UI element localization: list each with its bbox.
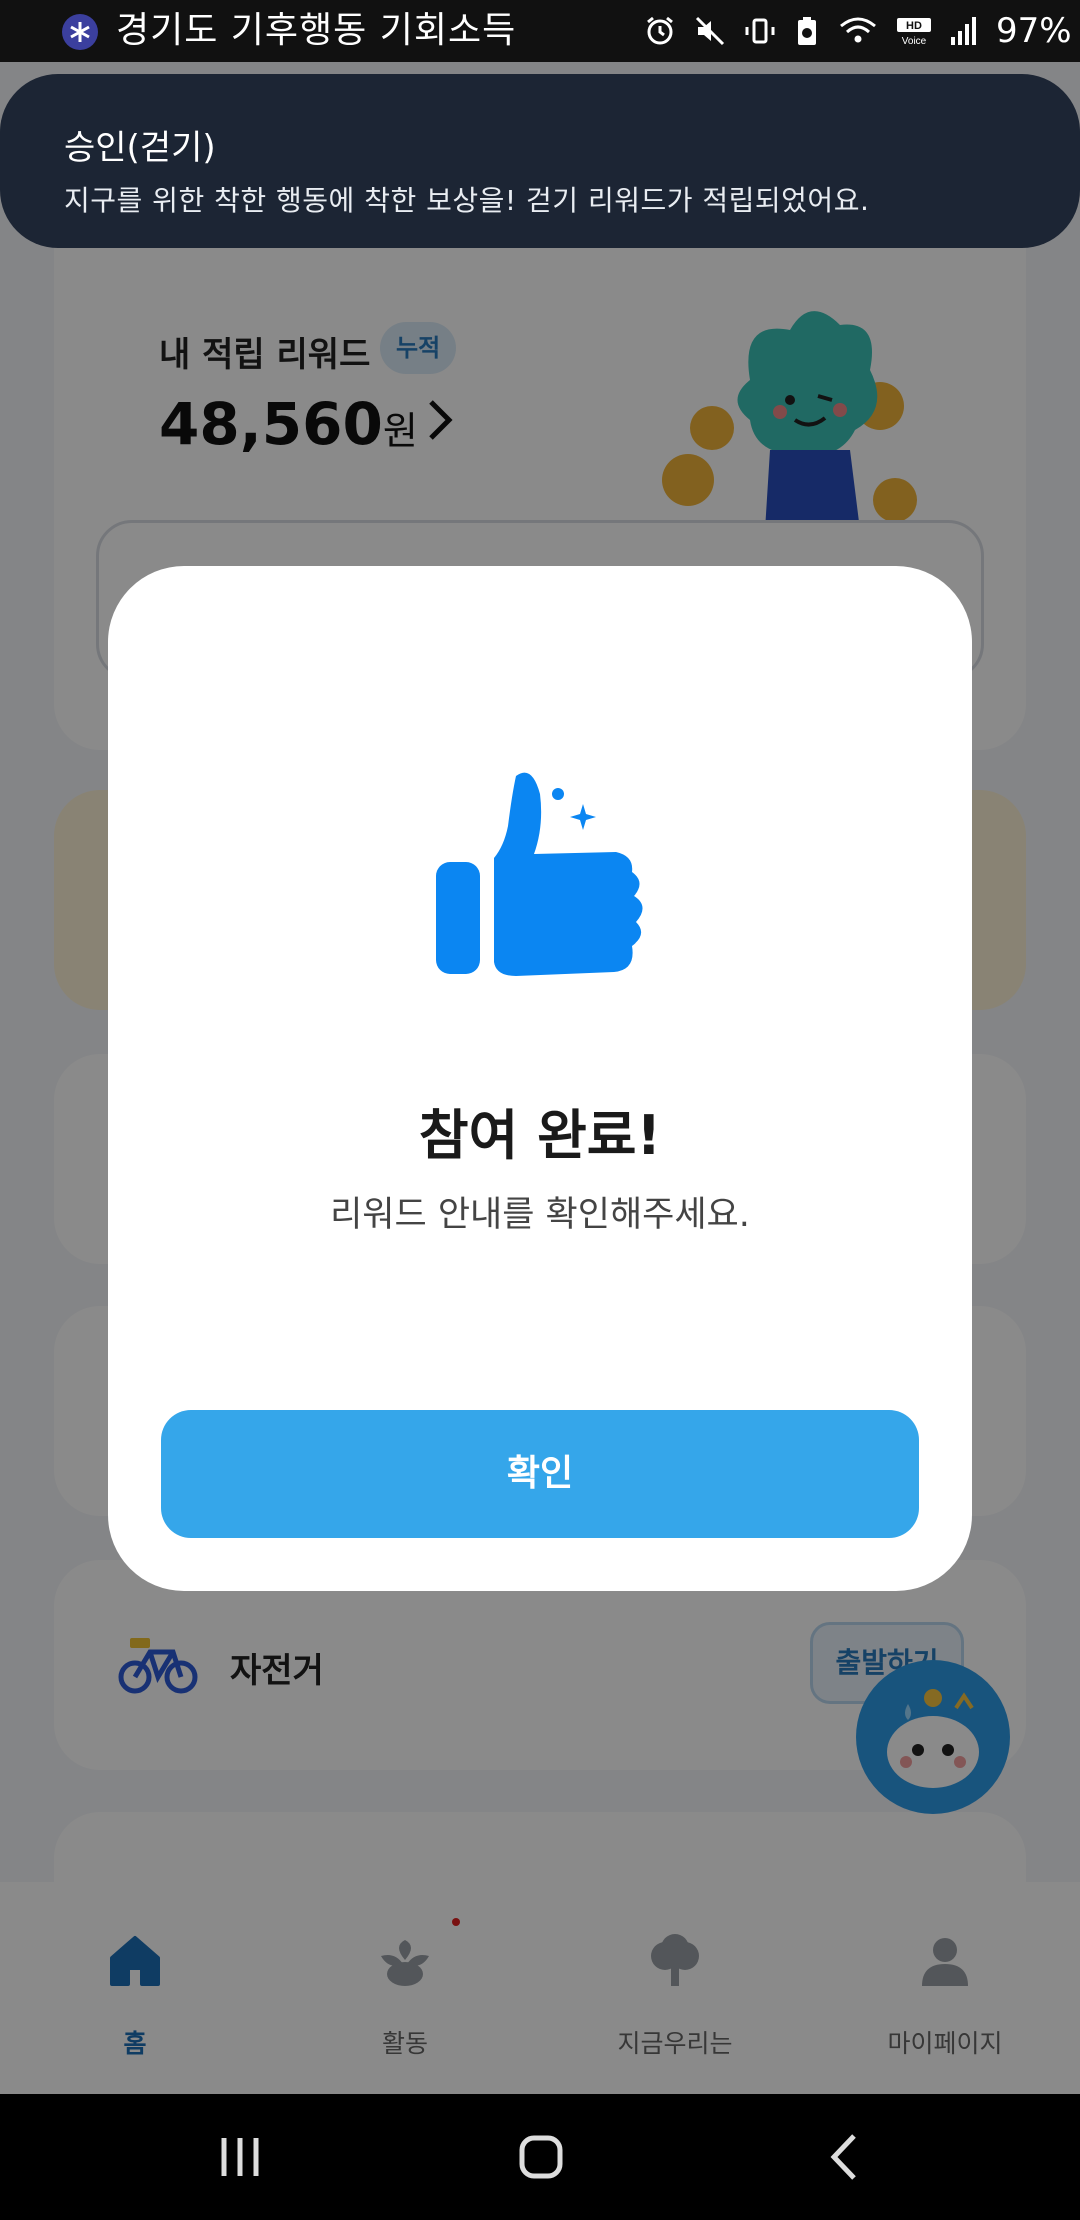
signal-icon [951,17,976,45]
recent-apps-icon[interactable] [218,2132,262,2182]
svg-text:Voice: Voice [902,36,927,47]
completion-dialog: 참여 완료! 리워드 안내를 확인해주세요. 확인 [108,566,972,1591]
battery-saver-icon [798,17,816,45]
status-bar: 경기도 기후행동 기회소득 HD Voice 97% [0,0,1080,62]
wifi-icon [840,17,876,43]
dialog-subtitle: 리워드 안내를 확인해주세요. [330,1195,750,1235]
back-icon[interactable] [826,2132,862,2182]
thumbs-up-icon [436,772,643,976]
battery-percent: 97% [996,11,1072,51]
dialog-title: 참여 완료! [418,1104,662,1167]
notification-app-title: 경기도 기후행동 기회소득 [116,10,517,51]
app-icon [62,14,98,50]
confirm-button[interactable]: 확인 [161,1410,919,1538]
notification-title: 승인(걷기) [64,128,216,168]
alarm-icon [647,16,673,45]
heads-up-notification[interactable]: 승인(걷기) 지구를 위한 착한 행동에 착한 보상을! 걷기 리워드가 적립되… [0,74,1080,248]
notification-body: 지구를 위한 착한 행동에 착한 보상을! 걷기 리워드가 적립되었어요. [64,184,870,217]
svg-text:HD: HD [906,20,922,32]
home-button-icon[interactable] [518,2132,564,2182]
system-navigation-bar [0,2094,1080,2220]
vibrate-icon [745,18,775,44]
hd-voice-icon: HD Voice [897,18,931,47]
mute-icon [695,16,725,46]
